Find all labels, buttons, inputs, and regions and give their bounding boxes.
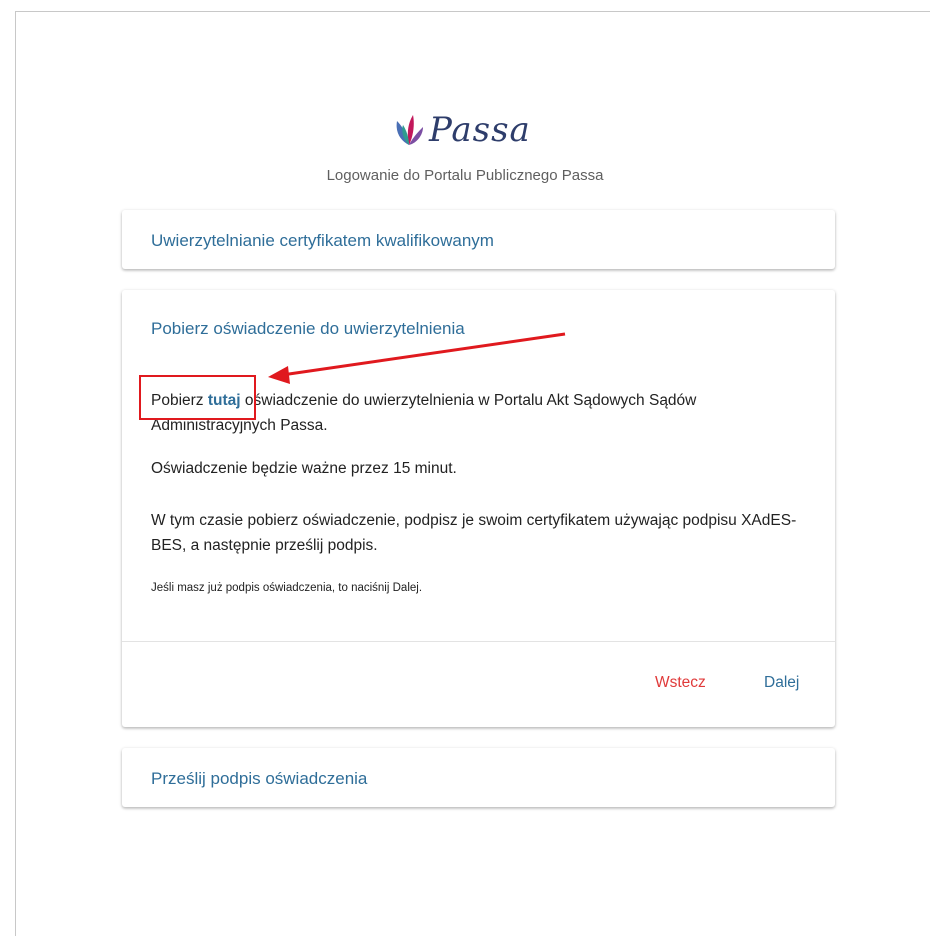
download-instruction-text: Pobierz tutaj oświadczenie do uwierzytel… xyxy=(151,388,811,438)
download-statement-panel: Pobierz oświadczenie do uwierzytelnienia… xyxy=(122,290,835,727)
page-subtitle: Logowanie do Portalu Publicznego Passa xyxy=(326,167,604,184)
certificate-auth-title[interactable]: Uwierzytelnianie certyfikatem kwalifikow… xyxy=(151,231,494,251)
upload-signature-panel[interactable]: Prześlij podpis oświadczenia xyxy=(122,748,835,807)
download-instruction-prefix: Pobierz xyxy=(151,392,208,409)
upload-signature-title[interactable]: Prześlij podpis oświadczenia xyxy=(151,769,367,789)
logo-text: Passa xyxy=(429,110,531,150)
back-button[interactable]: Wstecz xyxy=(655,674,706,692)
sign-instruction-text: W tym czasie pobierz oświadczenie, podpi… xyxy=(151,512,797,554)
feather-logo-icon xyxy=(396,115,423,145)
download-statement-title: Pobierz oświadczenie do uwierzytelnienia xyxy=(151,319,465,338)
validity-text: Oświadczenie będzie ważne przez 15 minut… xyxy=(151,460,457,477)
certificate-auth-panel[interactable]: Uwierzytelnianie certyfikatem kwalifikow… xyxy=(122,210,835,269)
download-here-link[interactable]: tutaj xyxy=(208,392,241,409)
next-button[interactable]: Dalej xyxy=(764,674,799,692)
already-signed-hint: Jeśli masz już podpis oświadczenia, to n… xyxy=(151,582,423,594)
card-divider xyxy=(122,641,835,642)
logo: Passa xyxy=(393,106,531,154)
